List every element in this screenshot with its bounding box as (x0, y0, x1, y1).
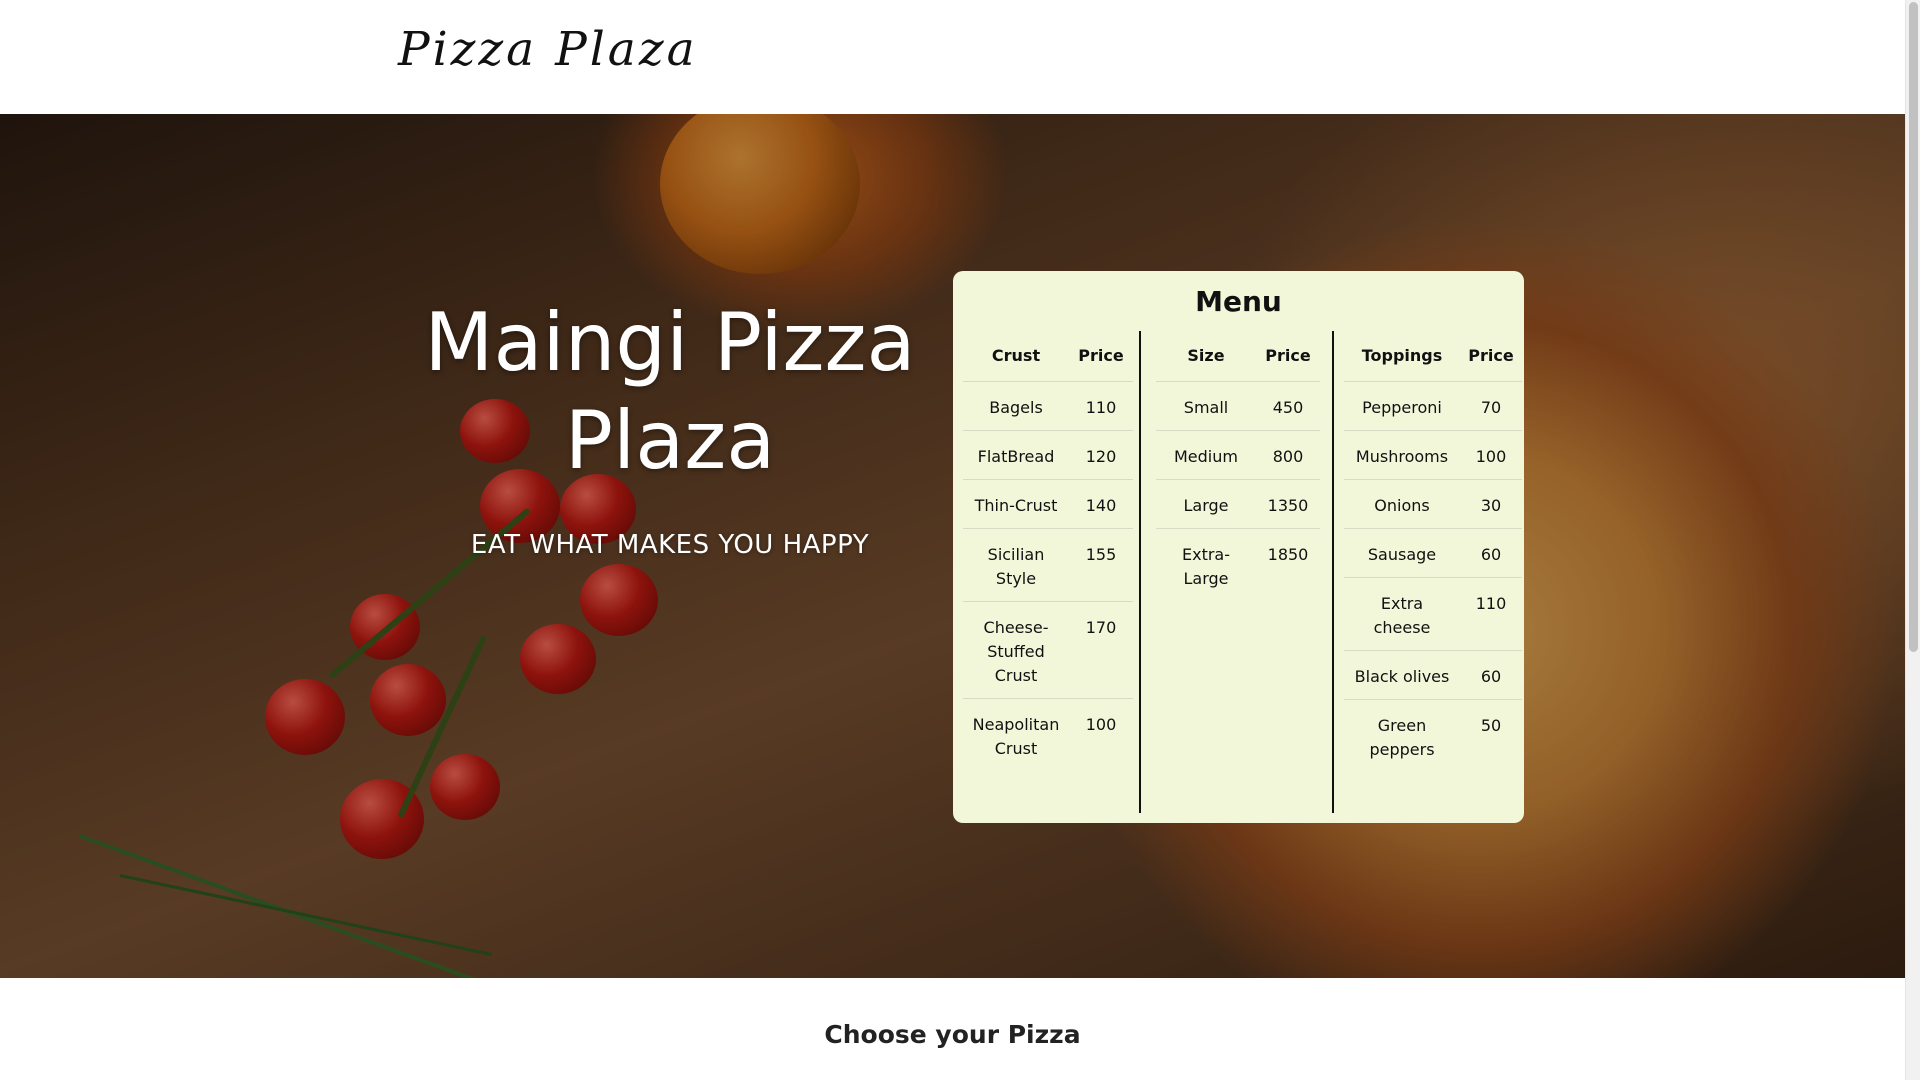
table-header-row: Toppings Price (1344, 331, 1522, 382)
table-row: Sausage 60 (1344, 528, 1522, 578)
hero-tagline: EAT WHAT MAKES YOU HAPPY (470, 530, 870, 560)
table-row: Green peppers 50 (1344, 699, 1522, 772)
table-row: Black olives 60 (1344, 650, 1522, 700)
item-price: 155 (1069, 528, 1133, 602)
item-price: 110 (1069, 381, 1133, 431)
toppings-table-container: Toppings Price Pepperoni 70 Mushrooms 100 … (1344, 331, 1522, 772)
table-header-row: Crust Price (963, 331, 1133, 382)
choose-pizza-heading: Choose your Pizza (824, 1020, 1081, 1049)
item-price: 100 (1460, 430, 1522, 480)
column-header: Price (1256, 331, 1320, 382)
item-price: 1350 (1256, 479, 1320, 529)
column-header: Size (1156, 331, 1256, 382)
item-price: 30 (1460, 479, 1522, 529)
scrollbar-thumb[interactable] (1909, 2, 1918, 652)
item-name: Medium (1156, 430, 1256, 480)
table-row: Bagels 110 (963, 381, 1133, 431)
table-row: Sicilian Style 155 (963, 528, 1133, 602)
table-row: FlatBread 120 (963, 430, 1133, 480)
table-row: Thin-Crust 140 (963, 479, 1133, 529)
table-row: Small 450 (1156, 381, 1320, 431)
table-row: Onions 30 (1344, 479, 1522, 529)
item-name: Large (1156, 479, 1256, 529)
column-header: Crust (963, 331, 1069, 382)
hero-title: Maingi Pizza Plaza (424, 296, 916, 487)
item-name: Green peppers (1369, 715, 1435, 759)
size-table: Size Price Small 450 Medium 800 Large 1350 … (1156, 331, 1320, 601)
item-price: 800 (1256, 430, 1320, 480)
table-row: Extra cheese 110 (1344, 577, 1522, 651)
vertical-scrollbar[interactable] (1905, 0, 1920, 1080)
table-row: Extra-Large 1850 (1156, 528, 1320, 601)
item-name: Cheese-Stuffed Crust (963, 601, 1069, 699)
item-name: Sicilian Style (963, 528, 1069, 602)
table-row: Neapolitan Crust 100 (963, 698, 1133, 771)
item-price: 70 (1460, 381, 1522, 431)
item-name: Small (1156, 381, 1256, 431)
hero-text: Maingi Pizza Plaza EAT WHAT MAKES YOU HA… (380, 294, 960, 560)
crust-table-container: Crust Price Bagels 110 FlatBread 120 Thin-… (963, 331, 1133, 771)
item-name: Mushrooms (1344, 430, 1460, 480)
item-price: 110 (1460, 577, 1522, 651)
column-header: Toppings (1344, 331, 1460, 382)
item-name: Pepperoni (1344, 381, 1460, 431)
item-price: 50 (1480, 715, 1502, 735)
brand-logo[interactable]: Pizza Plaza (398, 22, 698, 77)
item-name: Onions (1344, 479, 1460, 529)
table-row: Pepperoni 70 (1344, 381, 1522, 431)
item-price: 170 (1069, 601, 1133, 699)
item-price: 120 (1069, 430, 1133, 480)
table-header-row: Size Price (1156, 331, 1320, 382)
item-price: 1850 (1267, 544, 1309, 564)
hero-section: Maingi Pizza Plaza EAT WHAT MAKES YOU HA… (0, 114, 1905, 978)
site-header: Pizza Plaza (0, 0, 1905, 114)
item-price: 100 (1085, 714, 1117, 734)
item-price: 60 (1460, 528, 1522, 578)
item-price: 60 (1460, 650, 1522, 700)
item-price: 450 (1256, 381, 1320, 431)
table-row: Large 1350 (1156, 479, 1320, 529)
column-header: Price (1460, 331, 1522, 382)
item-name: Thin-Crust (963, 479, 1069, 529)
crust-table: Crust Price Bagels 110 FlatBread 120 Thin-… (963, 331, 1133, 771)
item-name: Black olives (1344, 650, 1460, 700)
column-header: Price (1069, 331, 1133, 382)
menu-title: Menu (1195, 285, 1282, 318)
item-name: Extra-Large (1181, 544, 1230, 588)
column-divider (1139, 331, 1141, 813)
item-price: 140 (1069, 479, 1133, 529)
table-row: Mushrooms 100 (1344, 430, 1522, 480)
size-table-container: Size Price Small 450 Medium 800 Large 1350 … (1156, 331, 1320, 601)
menu-card: Menu Crust Price Bagels 110 FlatBread 120 … (953, 271, 1524, 823)
table-row: Medium 800 (1156, 430, 1320, 480)
table-row: Cheese-Stuffed Crust 170 (963, 601, 1133, 699)
column-divider (1332, 331, 1334, 813)
item-name: Extra cheese (1344, 577, 1460, 651)
item-name: Neapolitan Crust (972, 714, 1060, 758)
item-name: Bagels (963, 381, 1069, 431)
toppings-table: Toppings Price Pepperoni 70 Mushrooms 100 … (1344, 331, 1522, 772)
item-name: Sausage (1344, 528, 1460, 578)
item-name: FlatBread (963, 430, 1069, 480)
